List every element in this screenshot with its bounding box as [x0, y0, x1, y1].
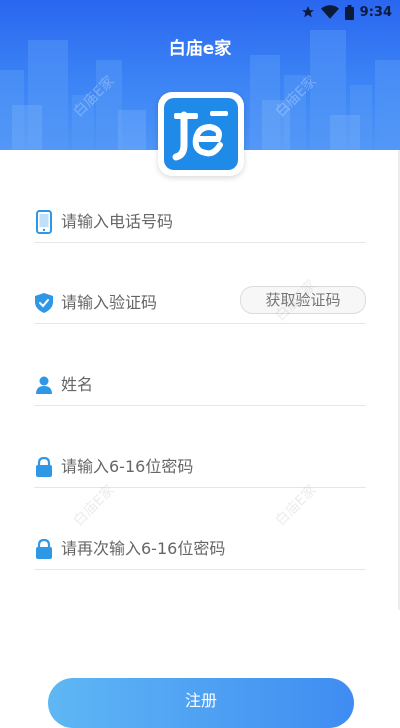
get-code-button[interactable]: 获取验证码: [240, 286, 366, 314]
user-icon: [34, 373, 54, 397]
phone-icon: [34, 210, 54, 234]
shield-check-icon: [34, 291, 54, 315]
wifi-icon: [320, 5, 339, 19]
phone-input[interactable]: [61, 208, 291, 234]
verification-code-input[interactable]: [61, 289, 231, 315]
phone-row: [34, 202, 366, 243]
status-time: 9:34: [359, 4, 392, 20]
confirm-password-row: [34, 529, 366, 570]
confirm-password-input[interactable]: [61, 535, 291, 561]
name-row: [34, 365, 366, 406]
name-input[interactable]: [61, 371, 291, 397]
password-row: [34, 447, 366, 488]
lock-icon: [34, 455, 54, 479]
password-input[interactable]: [61, 453, 291, 479]
app-title: 白庙e家: [168, 39, 232, 59]
code-row: 获取验证码: [34, 283, 366, 324]
lock-icon: [34, 537, 54, 561]
battery-icon: [344, 4, 354, 20]
app-logo: [158, 92, 244, 176]
register-button[interactable]: 注册: [48, 678, 354, 728]
logo-mark-icon: [172, 111, 228, 161]
status-bar: 9:34: [301, 0, 400, 24]
star-icon: [301, 5, 315, 19]
